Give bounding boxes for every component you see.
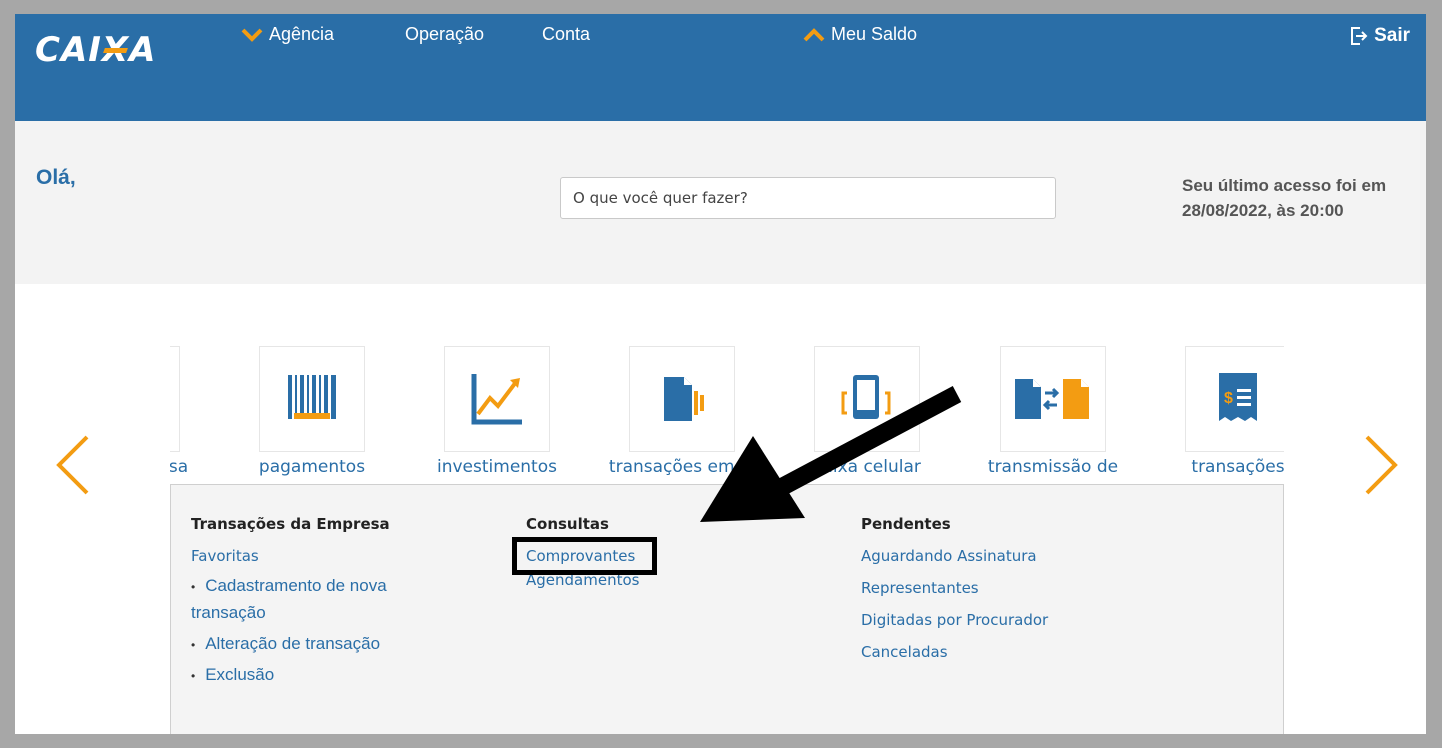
menu-link-cadastramento[interactable]: • Cadastramento de nova bbox=[191, 576, 390, 596]
caixa-logo[interactable]: CAIX A bbox=[35, 30, 156, 70]
menu-link-alteracao-text: Alteração de transação bbox=[205, 634, 381, 653]
menu-link-alteracao[interactable]: • Alteração de transação bbox=[191, 634, 390, 654]
menu-title-transacoes: Transações da Empresa bbox=[191, 515, 390, 533]
nav-operacao-label: Operação bbox=[405, 24, 485, 44]
comprovantes-highlight-box bbox=[512, 537, 657, 575]
app-frame: CAIX A Agência Operação Conta Meu Saldo S… bbox=[15, 14, 1426, 734]
logout-icon bbox=[1351, 27, 1368, 45]
last-access-info: Seu último acesso foi em 28/08/2022, às … bbox=[1182, 173, 1422, 223]
carousel-label-pagamentos[interactable]: pagamentos bbox=[222, 457, 402, 477]
menu-column-transacoes: Transações da Empresa Favoritas • Cadastr… bbox=[191, 515, 390, 685]
svg-text:$: $ bbox=[1224, 390, 1233, 407]
carousel-tile-pagamentos[interactable] bbox=[259, 346, 365, 452]
menu-link-exclusao-text: Exclusão bbox=[205, 665, 275, 684]
nav-agencia-label: Agência bbox=[269, 24, 335, 44]
menu-title-consultas: Consultas bbox=[526, 515, 609, 533]
carousel-tile-empresa[interactable] bbox=[170, 346, 180, 452]
carousel-prev-button[interactable] bbox=[55, 434, 91, 496]
menu-link-aguardando-assinatura[interactable]: Aguardando Assinatura bbox=[861, 547, 1048, 571]
file-transfer-icon bbox=[1015, 379, 1089, 419]
last-access-line1: Seu último acesso foi em bbox=[1182, 176, 1387, 195]
bullet: • bbox=[191, 638, 196, 652]
carousel-label-investimentos[interactable]: investimentos bbox=[407, 457, 587, 477]
last-access-date: 28/08/2022, às 20:00 bbox=[1182, 201, 1344, 220]
top-navigation-bar: CAIX A Agência Operação Conta Meu Saldo S… bbox=[15, 14, 1426, 121]
nav-operacao[interactable]: Operação bbox=[405, 24, 484, 45]
menu-link-cadastramento-cont[interactable]: transação bbox=[191, 603, 390, 623]
logout-button[interactable]: Sair bbox=[1350, 25, 1410, 47]
menu-link-canceladas[interactable]: Canceladas bbox=[861, 643, 1048, 667]
barcode-icon bbox=[288, 375, 336, 419]
search-input[interactable] bbox=[560, 177, 1056, 219]
menu-column-pendentes: Pendentes Aguardando Assinatura Represen… bbox=[861, 515, 1048, 667]
annotation-arrow-icon bbox=[700, 386, 962, 522]
chevron-up-icon bbox=[803, 27, 825, 41]
menu-link-favoritas[interactable]: Favoritas bbox=[191, 547, 390, 565]
greeting-text: Olá, bbox=[36, 166, 76, 189]
nav-conta-label: Conta bbox=[542, 24, 591, 44]
logout-label: Sair bbox=[1374, 25, 1410, 46]
menu-link-representantes[interactable]: Representantes bbox=[861, 579, 1048, 603]
bullet: • bbox=[191, 580, 196, 594]
carousel-tile-transmissao[interactable] bbox=[1000, 346, 1106, 452]
carousel-tile-transacoes[interactable]: $ bbox=[1185, 346, 1284, 452]
carousel-tile-investimentos[interactable] bbox=[444, 346, 550, 452]
nav-agencia[interactable]: Agência bbox=[241, 24, 334, 45]
menu-link-digitadas-procurador[interactable]: Digitadas por Procurador bbox=[861, 611, 1048, 635]
chevron-down-icon bbox=[241, 28, 263, 42]
greeting-section: Olá, Seu último acesso foi em 28/08/2022… bbox=[15, 121, 1426, 284]
carousel-label-transacoes[interactable]: transações bbox=[1148, 457, 1284, 477]
carousel-next-button[interactable] bbox=[1363, 434, 1399, 496]
nav-meu-saldo-label: Meu Saldo bbox=[831, 24, 918, 44]
carousel-label-transmissao[interactable]: transmissão de bbox=[963, 457, 1143, 477]
nav-meu-saldo[interactable]: Meu Saldo bbox=[803, 24, 917, 45]
bullet: • bbox=[191, 669, 196, 683]
menu-link-cadastramento-text: Cadastramento de nova bbox=[205, 576, 387, 595]
receipt-icon: $ bbox=[1219, 373, 1257, 421]
nav-conta[interactable]: Conta bbox=[542, 24, 590, 45]
menu-link-exclusao[interactable]: • Exclusão bbox=[191, 665, 390, 685]
growth-chart-icon bbox=[471, 374, 522, 425]
